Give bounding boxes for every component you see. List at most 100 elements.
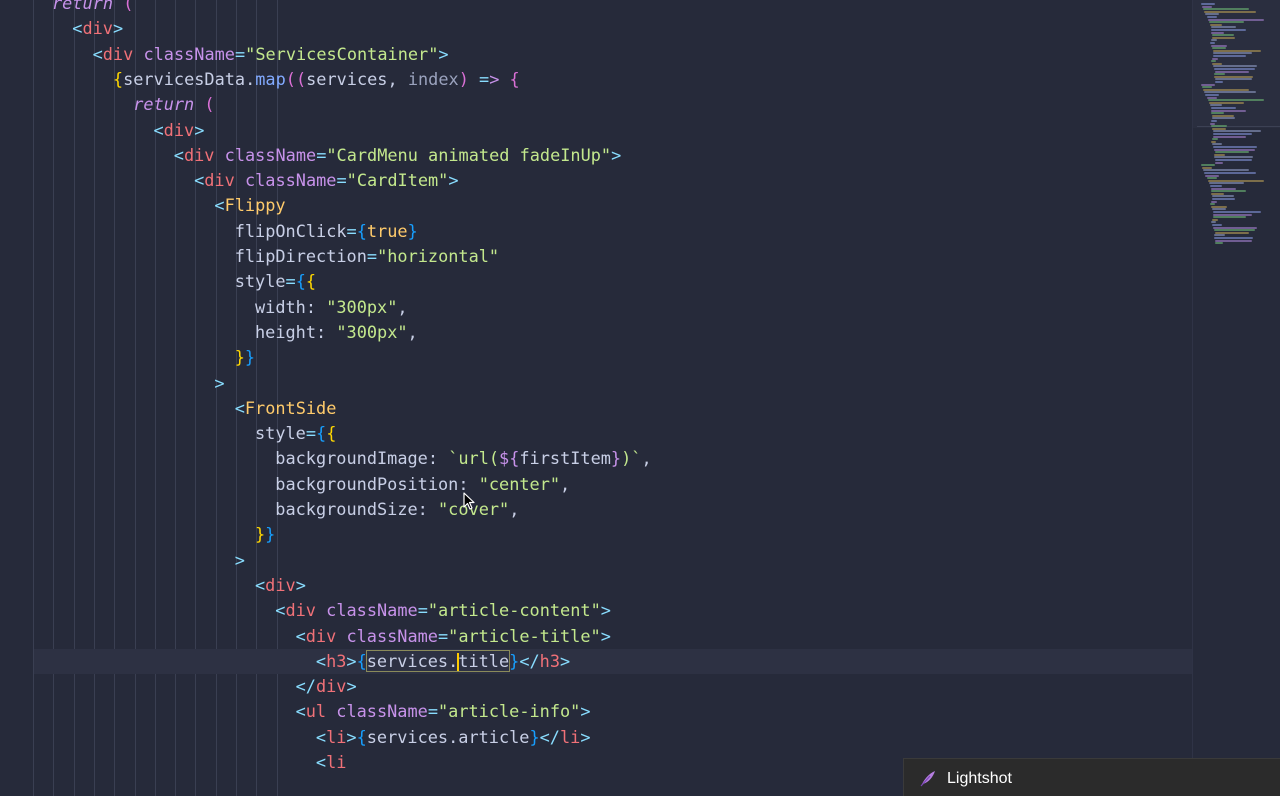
code-line[interactable]: > [0,371,1192,396]
code-text: flipOnClick={true} [234,220,418,241]
code-line[interactable]: style={{ [0,421,1192,446]
code-line[interactable]: > [0,548,1192,573]
code-text: <div className="ServicesContainer"> [92,43,449,64]
code-line[interactable]: <li>{services.article}</li> [0,725,1192,750]
minimap-line [1214,73,1226,76]
minimap-line [1215,161,1223,164]
minimap-line [1210,190,1247,193]
code-line[interactable]: <div> [0,118,1192,143]
minimap-line [1209,185,1223,187]
code-text: <div> [153,119,205,140]
minimap-line [1214,229,1256,232]
code-text: backgroundPosition: "center", [275,473,571,494]
code-line[interactable]: <div className="CardItem"> [0,168,1192,193]
code-text: <h3>{services.title}</h3> [315,649,571,672]
code-text: > [214,372,225,393]
minimap-line [1210,112,1225,115]
code-line[interactable]: <Flippy [0,193,1192,218]
minimap-line [1213,146,1257,148]
code-text: </div> [295,676,357,697]
minimap-line [1203,8,1250,11]
minimap-line [1215,151,1250,154]
minimap-line [1215,159,1252,161]
minimap-line [1209,42,1215,44]
minimap-line [1209,203,1215,206]
minimap-line [1214,237,1253,239]
minimap-line [1208,21,1244,24]
code-text: style={{ [234,271,317,292]
minimap-line [1212,47,1226,50]
code-line[interactable]: backgroundSize: "cover", [0,497,1192,522]
minimap-line [1212,224,1222,226]
code-line[interactable]: </div> [0,674,1192,699]
code-text: <div className="article-content"> [275,600,611,621]
minimap-line [1213,135,1246,138]
minimap-line [1207,99,1265,102]
code-line[interactable]: <div className="ServicesContainer"> [0,42,1192,67]
code-line[interactable]: {servicesData.map((services, index) => { [0,67,1192,92]
code-line[interactable]: backgroundPosition: "center", [0,472,1192,497]
lightshot-notification[interactable]: Lightshot [903,758,1280,796]
code-text: return ( [52,0,134,13]
minimap-line [1204,172,1257,174]
code-text: <li [315,752,347,772]
code-text: flipDirection="horizontal" [234,246,500,266]
minimap-line [1212,138,1219,141]
code-text: <div> [255,574,306,595]
minimap-line [1213,55,1246,57]
minimap-line [1201,3,1215,5]
code-text: > [234,549,245,570]
code-text: return ( [133,94,215,115]
code-line[interactable]: width: "300px", [0,295,1192,320]
code-line[interactable]: <div className="article-content"> [0,598,1192,623]
code-line[interactable]: flipOnClick={true} [0,219,1192,244]
minimap-line [1213,216,1246,219]
minimap-line [1212,198,1236,200]
minimap-line [1210,125,1227,128]
code-text: width: "300px", [255,296,408,317]
minimap-line [1202,86,1213,89]
code-text: height: "300px", [255,321,418,342]
code-text: backgroundSize: "cover", [275,499,520,519]
code-text: style={{ [255,423,337,444]
code-text: {servicesData.map((services, index) => { [112,68,520,89]
minimap-line [1210,60,1217,63]
code-text: <FrontSide [234,397,337,418]
code-text: <div className="article-title"> [295,625,611,646]
code-text: backgroundImage: `url(${firstItem})`, [275,448,652,469]
minimap-line [1215,81,1223,83]
minimap-line [1214,68,1256,70]
code-line[interactable]: <h3>{services.title}</h3> [34,648,1192,675]
minimap-line [1206,177,1217,180]
code-line[interactable]: }} [0,345,1192,370]
code-line[interactable]: height: "300px", [0,320,1192,345]
code-line[interactable]: <ul className="article-info"> [0,699,1192,724]
code-line[interactable]: <div> [0,16,1192,41]
code-line[interactable]: <div className="article-title"> [0,624,1192,649]
code-line[interactable]: flipDirection="horizontal" [0,244,1192,269]
code-line[interactable]: <div className="CardMenu animated fadeIn… [0,143,1192,168]
code-line[interactable]: style={{ [0,269,1192,294]
minimap-line [1215,242,1223,245]
minimap-line [1201,164,1215,167]
minimap-line [1212,34,1234,37]
minimap-divider [1197,126,1280,127]
minimap-line [1213,133,1252,135]
code-text: <li>{services.article}</li> [315,726,591,747]
code-text: <div className="CardMenu animated fadeIn… [173,144,622,165]
code-line[interactable]: <FrontSide [0,396,1192,421]
minimap-line [1206,16,1217,18]
code-line[interactable]: }} [0,522,1192,547]
code-line[interactable]: return ( [0,92,1192,117]
minimap-line [1210,107,1237,109]
code-text: <Flippy [214,195,286,216]
minimap-line [1205,94,1219,96]
code-area[interactable]: return (<div> <div className="ServicesCon… [0,0,1192,796]
minimap[interactable] [1192,0,1280,796]
code-line[interactable]: backgroundImage: `url(${firstItem})`, [0,446,1192,471]
code-editor[interactable]: return (<div> <div className="ServicesCon… [0,0,1280,796]
code-line[interactable]: return ( [0,0,1192,16]
code-line[interactable]: <div> [0,573,1192,598]
arrow-cursor-icon [463,492,475,510]
minimap-line [1210,29,1247,31]
